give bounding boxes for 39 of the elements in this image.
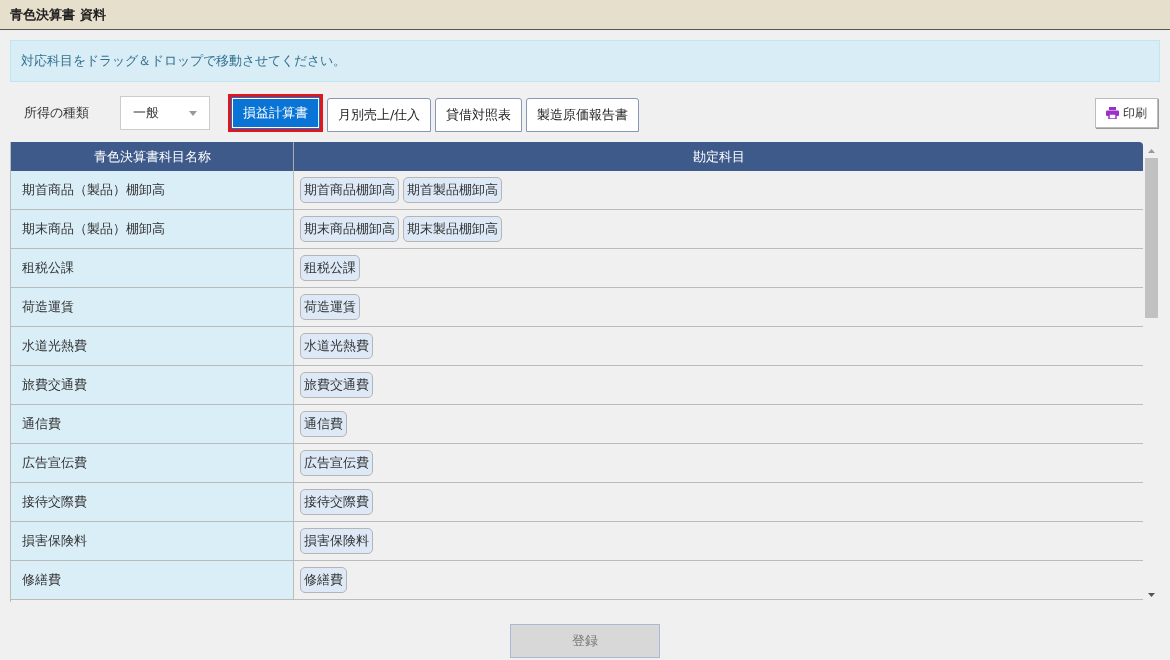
table-cell: 期首商品（製品）棚卸高 xyxy=(11,171,294,209)
account-chip[interactable]: 期首商品棚卸高 xyxy=(300,177,399,203)
account-chip[interactable]: 水道光熱費 xyxy=(300,333,373,359)
income-type-select[interactable]: 一般 xyxy=(120,96,210,130)
notice-banner: 対応科目をドラッグ＆ドロップで移動させてください。 xyxy=(10,40,1160,82)
printer-icon xyxy=(1106,107,1119,119)
account-chip[interactable]: 接待交際費 xyxy=(300,489,373,515)
tab[interactable]: 貸借対照表 xyxy=(435,98,523,132)
scrollbar-thumb[interactable] xyxy=(1145,158,1158,318)
tab[interactable]: 損益計算書 xyxy=(228,94,323,132)
account-chip[interactable]: 荷造運賃 xyxy=(300,294,360,320)
scroll-up-icon xyxy=(1148,149,1155,153)
window-title: 青色決算書 資料 xyxy=(10,5,106,24)
account-chip[interactable]: 損害保険料 xyxy=(300,528,373,554)
column-header: 勘定科目 xyxy=(691,147,746,166)
income-type-label: 所得の種類 xyxy=(24,104,90,123)
tab[interactable]: 月別売上/仕入 xyxy=(327,98,432,132)
account-chip[interactable]: 旅費交通費 xyxy=(300,372,373,398)
account-chip[interactable]: 修繕費 xyxy=(300,567,347,593)
account-chip[interactable]: 広告宣伝費 xyxy=(300,450,373,476)
table-cell: 接待交際費 xyxy=(11,483,294,521)
account-chip[interactable]: 期首製品棚卸高 xyxy=(403,177,502,203)
account-chip[interactable]: 期末製品棚卸高 xyxy=(403,216,502,242)
scroll-down-icon xyxy=(1148,593,1155,597)
tab[interactable]: 製造原価報告書 xyxy=(526,98,640,132)
caret-icon xyxy=(189,110,197,116)
table-cell: 修繕費 xyxy=(11,561,294,599)
account-chip[interactable]: 租税公課 xyxy=(300,255,360,281)
table-cell: 通信費 xyxy=(11,405,294,443)
table-cell: 租税公課 xyxy=(11,249,294,287)
table-cell: 水道光熱費 xyxy=(11,327,294,365)
table-cell: 荷造運賃 xyxy=(11,288,294,326)
print-button[interactable]: 印刷 xyxy=(1095,98,1158,128)
table-cell: 広告宣伝費 xyxy=(11,444,294,482)
account-chip[interactable]: 通信費 xyxy=(300,411,347,437)
table-cell: 期末商品（製品）棚卸高 xyxy=(11,210,294,248)
account-chip[interactable]: 期末商品棚卸高 xyxy=(300,216,399,242)
table-cell: 旅費交通費 xyxy=(11,366,294,404)
table-cell: 損害保険料 xyxy=(11,522,294,560)
